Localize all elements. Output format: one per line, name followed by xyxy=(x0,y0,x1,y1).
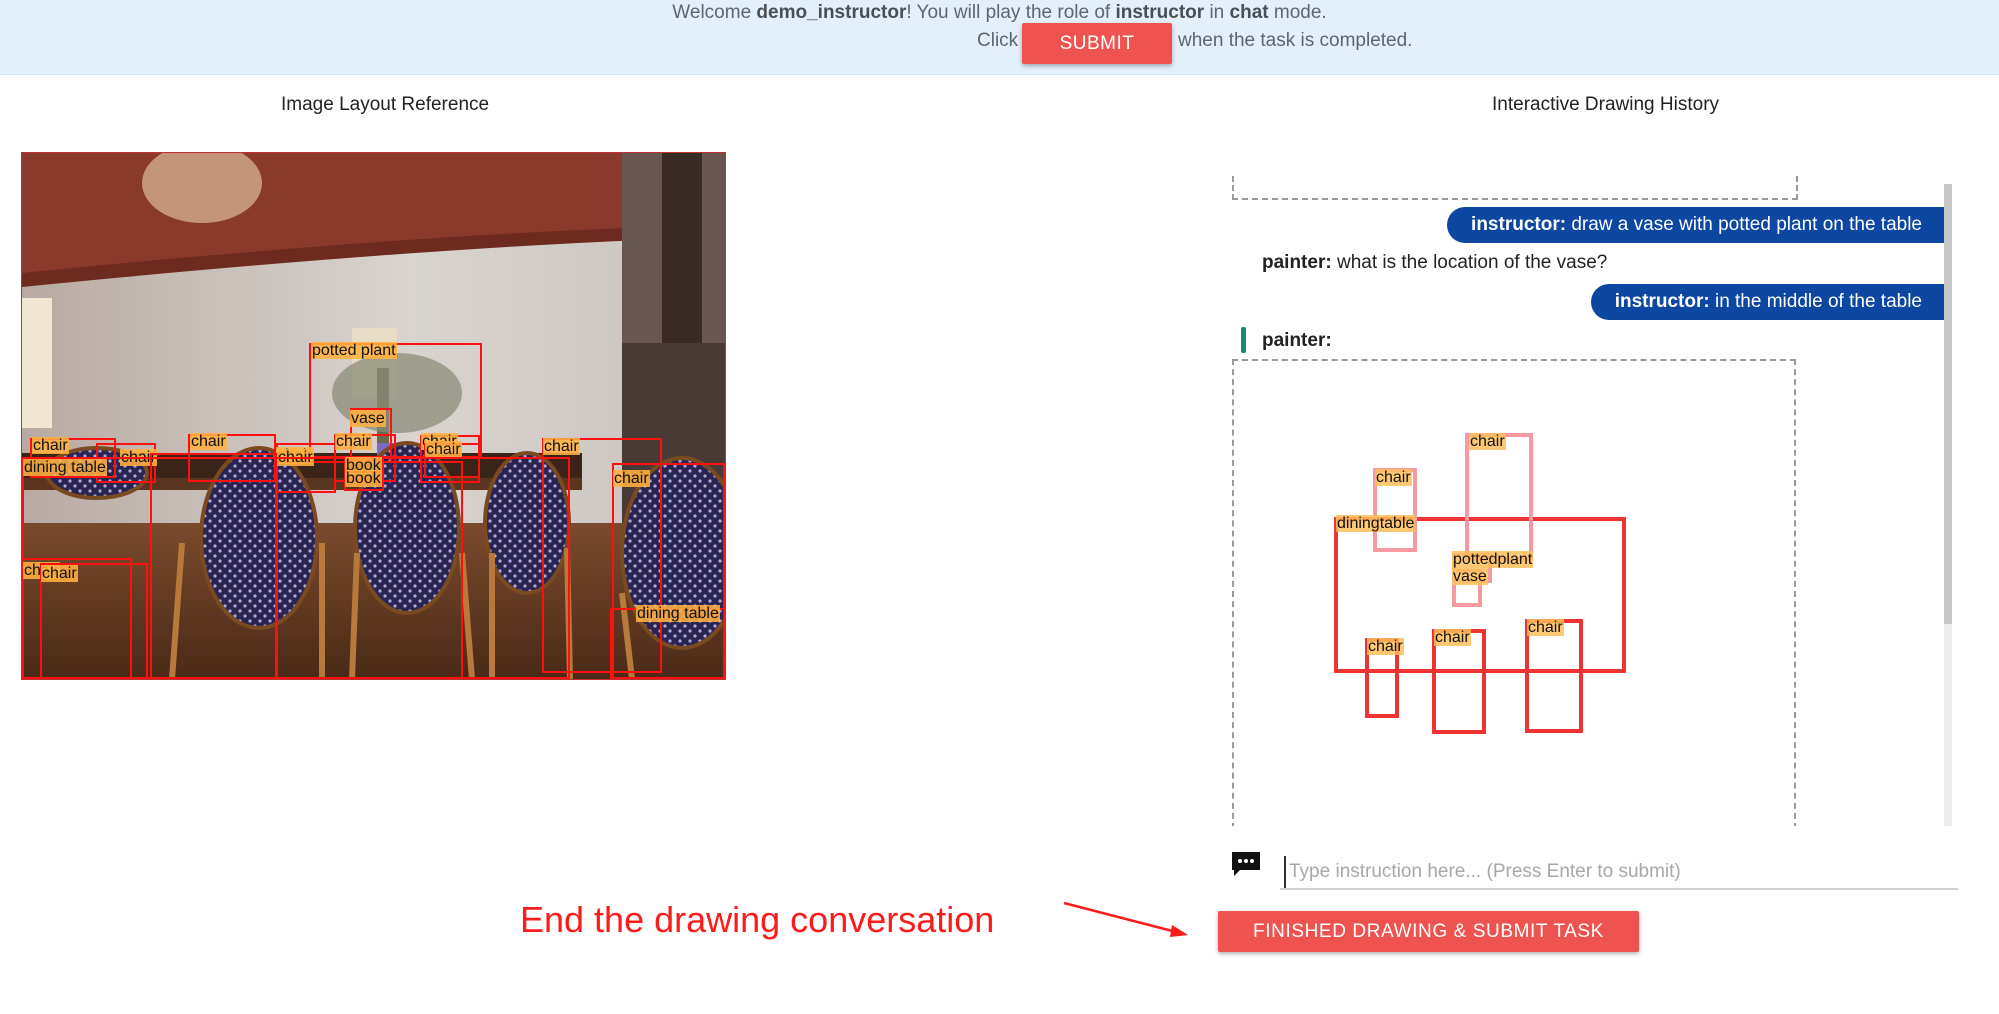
label-chair-5: chair xyxy=(335,433,372,450)
message-painter-1: painter: what is the location of the vas… xyxy=(1262,252,1607,274)
welcome-in: in xyxy=(1204,2,1230,23)
canvas-chair-bottom-3 xyxy=(1525,619,1583,733)
message-instructor-1: instructor: draw a vase with potted plan… xyxy=(1447,207,1944,243)
label-dining-table-1: dining table xyxy=(23,459,107,476)
arrow-annotation-icon xyxy=(1063,901,1188,937)
mode: chat xyxy=(1229,2,1269,23)
canvas-label-chair-bottom-2: chair xyxy=(1434,629,1471,646)
label-dining-table-2: dining table xyxy=(636,605,720,622)
canvas-label-chair-bottom-1: chair xyxy=(1367,638,1404,655)
previous-canvas xyxy=(1232,176,1798,200)
label-chair-1: chair xyxy=(32,437,69,454)
speaker-instructor: instructor: xyxy=(1471,214,1567,235)
speaker-instructor: instructor: xyxy=(1614,291,1710,312)
finished-drawing-submit-button[interactable]: FINISHED DRAWING & SUBMIT TASK xyxy=(1218,911,1639,952)
label-chair-13: chair xyxy=(41,565,78,582)
label-chair-8: chair xyxy=(543,438,580,455)
reference-image: potted plant vase chair chair chair chai… xyxy=(21,152,726,680)
canvas-label-vase: vase xyxy=(1452,568,1488,585)
welcome-middle: ! You will play the role of xyxy=(906,2,1116,23)
chat-scroll-thumb[interactable] xyxy=(1944,184,1952,624)
speaker-painter: painter: xyxy=(1262,252,1332,273)
label-chair-7: chair xyxy=(425,441,462,458)
canvas-label-chair-bottom-3: chair xyxy=(1527,619,1564,636)
username: demo_instructor xyxy=(756,2,907,23)
message-text: draw a vase with potted plant on the tab… xyxy=(1566,214,1922,235)
welcome-prefix: Welcome xyxy=(672,2,757,23)
message-instructor-2: instructor: in the middle of the table xyxy=(1590,284,1944,320)
message-text: in the middle of the table xyxy=(1709,291,1922,312)
submit-button[interactable]: SUBMIT xyxy=(1022,23,1172,64)
canvas-label-chair-top: chair xyxy=(1469,433,1506,450)
speaker-painter: painter: xyxy=(1262,330,1332,351)
message-painter-2: painter: xyxy=(1262,330,1332,352)
click-label: Click xyxy=(977,30,1019,51)
welcome-suffix: mode. xyxy=(1268,2,1327,23)
label-vase: vase xyxy=(350,410,386,427)
drawing-history-title: Interactive Drawing History xyxy=(1492,94,1720,115)
completed-text: when the task is completed. xyxy=(1178,30,1413,51)
canvas-label-pottedplant: pottedplant xyxy=(1452,551,1534,568)
annotation-text: End the drawing conversation xyxy=(520,899,995,940)
top-banner: Welcome demo_instructor! You will play t… xyxy=(0,0,1999,75)
label-chair-9: chair xyxy=(613,470,650,487)
instruction-input[interactable] xyxy=(1284,856,1951,888)
canvas-label-chair-left: chair xyxy=(1375,469,1412,486)
role: instructor xyxy=(1115,2,1205,23)
painter-typing-indicator xyxy=(1241,327,1246,353)
label-book-2: book xyxy=(345,470,382,487)
canvas-chair-top xyxy=(1465,433,1533,561)
instruction-input-underline xyxy=(1280,888,1958,890)
drawing-canvas[interactable]: chair chair diningtable pottedplant vase… xyxy=(1232,359,1796,826)
canvas-label-diningtable: diningtable xyxy=(1336,515,1416,532)
label-chair-3: chair xyxy=(190,433,227,450)
label-potted-plant: potted plant xyxy=(311,342,397,359)
message-text: what is the location of the vase? xyxy=(1331,252,1608,273)
drawing-history-panel: instructor: draw a vase with potted plan… xyxy=(1230,176,1944,826)
welcome-message: Welcome demo_instructor! You will play t… xyxy=(0,2,1999,24)
chat-scrollbar[interactable] xyxy=(1944,184,1952,826)
chat-bubble-icon xyxy=(1232,852,1260,876)
image-layout-title: Image Layout Reference xyxy=(281,94,490,115)
